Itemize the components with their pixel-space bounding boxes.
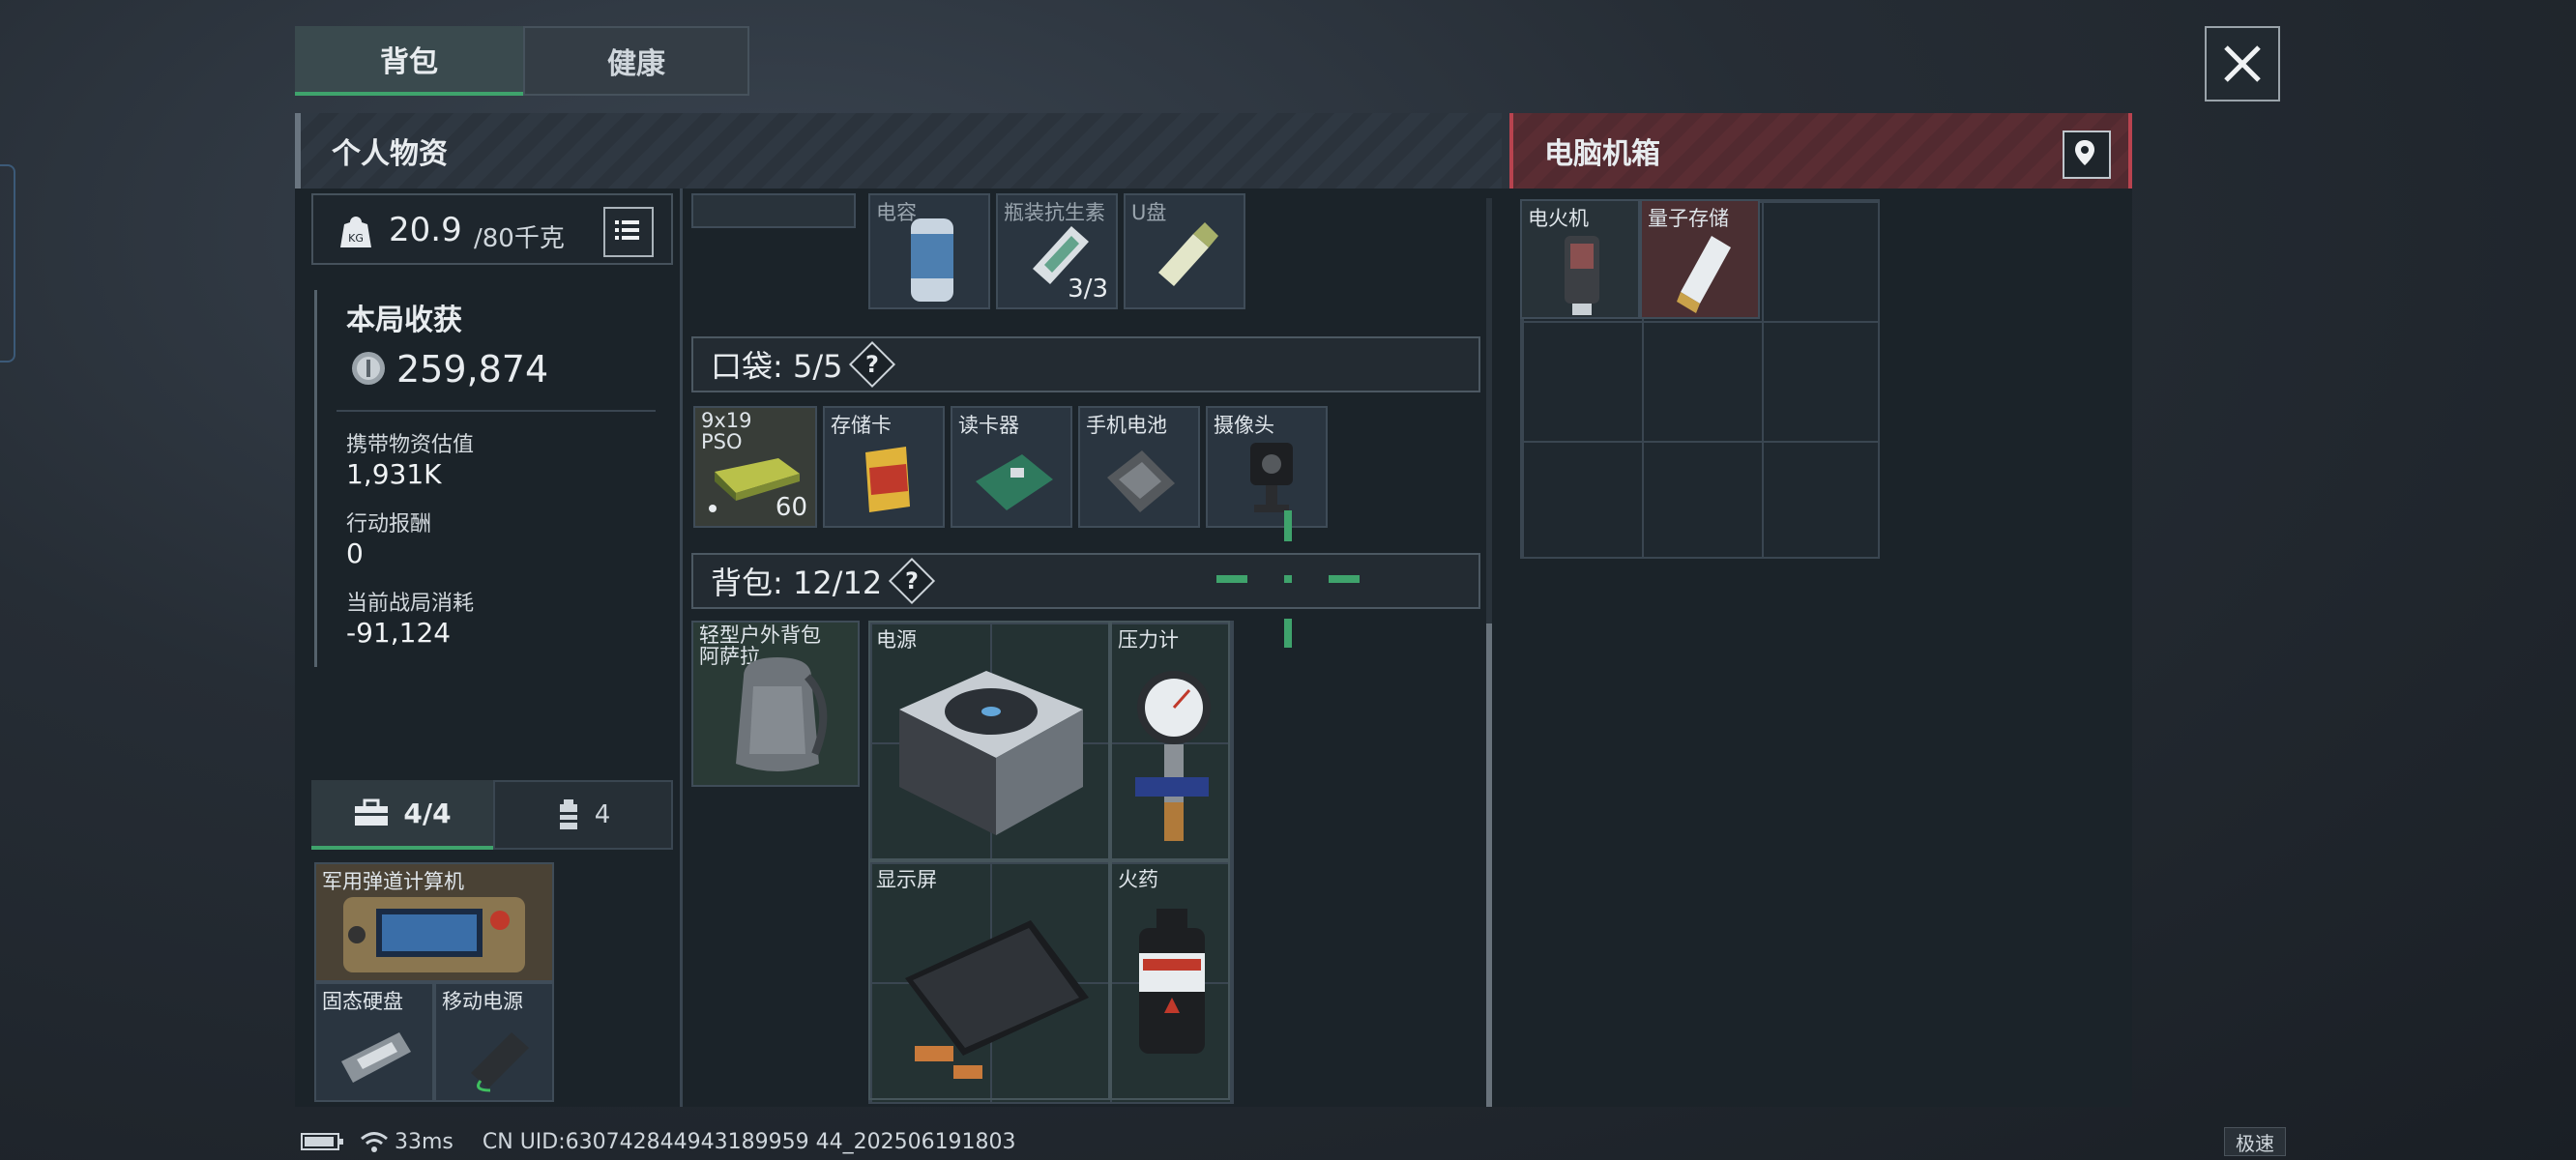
stat-label-reward: 行动报酬 <box>346 512 432 536</box>
usb-drive-icon <box>1158 222 1218 286</box>
tab-backpack[interactable]: 背包 <box>295 26 523 96</box>
camera-icon <box>1250 443 1293 512</box>
stat-value-value: 1,931K <box>346 458 442 490</box>
display-screen-icon <box>905 920 1089 1079</box>
weight-current: 20.9 <box>389 211 462 249</box>
card-reader-icon <box>976 454 1053 510</box>
item-igniter[interactable]: 电火机 <box>1520 199 1640 319</box>
ballistic-computer-icon <box>343 897 525 972</box>
item-pressure-gauge[interactable]: 压力计 <box>1110 621 1230 860</box>
item-power-supply[interactable]: 电源 <box>868 621 1110 860</box>
capacitor-icon <box>911 218 953 302</box>
safe-tab-other[interactable]: 4 <box>493 780 673 850</box>
container-header: 电脑机箱 <box>1509 113 2132 188</box>
harvest-section: 本局收获 259,874 携带物资估值 1,931K 行动报酬 0 当前战局消耗… <box>314 290 672 667</box>
toolbox-icon <box>355 798 389 826</box>
safe-other-count: 4 <box>594 800 611 829</box>
item-gunpowder[interactable]: 火药 <box>1110 860 1230 1100</box>
status-bar: 33ms CN UID:630742844943189959 44_202506… <box>300 1127 1170 1156</box>
safe-tab-case[interactable]: 4/4 <box>311 780 493 850</box>
item-usb-drive[interactable]: U盘 <box>1124 193 1245 309</box>
item-ammo-9x19[interactable]: 9x19 PSO 60 <box>693 406 817 528</box>
svg-text:KG: KG <box>348 232 364 245</box>
scrollbar[interactable] <box>1486 198 1492 1107</box>
item-card-reader[interactable]: 读卡器 <box>951 406 1072 528</box>
container-title: 电脑机箱 <box>1544 137 1660 171</box>
wifi-icon <box>361 1132 388 1152</box>
location-pin-button[interactable] <box>2063 130 2111 179</box>
left-edge-bracket <box>0 164 15 362</box>
item-capacitor[interactable]: 电容 <box>868 193 990 309</box>
canister-icon <box>559 799 577 829</box>
item-bottled-antibiotics[interactable]: 瓶装抗生素 3/3 <box>996 193 1118 309</box>
list-button[interactable] <box>603 207 654 257</box>
speed-badge: 极速 <box>2224 1127 2286 1156</box>
phone-battery-icon <box>1107 450 1175 512</box>
battery-icon <box>301 1133 343 1150</box>
backpack-icon <box>736 657 828 771</box>
gunpowder-icon <box>1139 909 1205 1054</box>
quantum-storage-icon <box>1677 236 1731 313</box>
ping-text: 33ms <box>395 1129 454 1154</box>
pressure-gauge-icon <box>1135 671 1211 841</box>
weight-icon: KG <box>340 217 371 247</box>
partial-item <box>691 193 856 228</box>
stat-label-value: 携带物资估值 <box>346 433 475 457</box>
uid-text: CN UID:630742844943189959 44_20250619180… <box>482 1129 1016 1154</box>
power-supply-icon <box>899 671 1083 835</box>
crosshair <box>1216 510 1360 648</box>
harvest-title: 本局收获 <box>346 304 462 337</box>
item-power-bank[interactable]: 移动电源 <box>434 982 554 1102</box>
tab-health[interactable]: 健康 <box>523 26 749 96</box>
location-pin-icon <box>2075 140 2094 165</box>
safe-case-count: 4/4 <box>403 797 452 829</box>
item-phone-battery[interactable]: 手机电池 <box>1078 406 1200 528</box>
personal-supplies-header: 个人物资 <box>295 113 1502 188</box>
item-ssd[interactable]: 固态硬盘 <box>314 982 434 1102</box>
harvest-amount: 259,874 <box>396 348 549 391</box>
weight-max: /80千克 <box>474 224 565 253</box>
memory-card-icon <box>865 447 910 512</box>
close-button[interactable] <box>2205 26 2280 102</box>
coin-icon <box>352 352 385 385</box>
backpack-label: 背包: 12/12 <box>711 565 883 601</box>
page-title: 个人物资 <box>332 137 448 171</box>
pocket-label: 口袋: 5/5 <box>711 348 843 385</box>
pocket-help-button[interactable]: ? <box>849 340 896 389</box>
stat-label-cost: 当前战局消耗 <box>346 592 475 616</box>
item-light-backpack[interactable]: 轻型户外背包 阿萨拉 <box>691 621 860 787</box>
item-ballistic-computer[interactable]: 军用弹道计算机 <box>314 862 554 982</box>
stat-value-reward: 0 <box>346 537 364 569</box>
power-bank-icon <box>471 1032 529 1092</box>
item-memory-card[interactable]: 存储卡 <box>823 406 945 528</box>
close-icon <box>2224 45 2261 82</box>
list-icon <box>615 220 639 240</box>
ammo-dot <box>709 505 717 512</box>
stat-value-cost: -91,124 <box>346 617 452 649</box>
backpack-help-button[interactable]: ? <box>889 557 936 605</box>
backpack-bar: 背包: 12/12 ? <box>691 553 1480 609</box>
igniter-icon <box>1565 236 1599 315</box>
item-display-screen[interactable]: 显示屏 <box>868 860 1110 1100</box>
ssd-icon <box>341 1032 411 1083</box>
column-divider <box>680 188 683 1107</box>
pocket-bar: 口袋: 5/5 ? <box>691 336 1480 392</box>
item-quantum-storage[interactable]: 量子存储 <box>1640 199 1760 319</box>
weight-box: KG 20.9 /80千克 <box>311 193 673 265</box>
